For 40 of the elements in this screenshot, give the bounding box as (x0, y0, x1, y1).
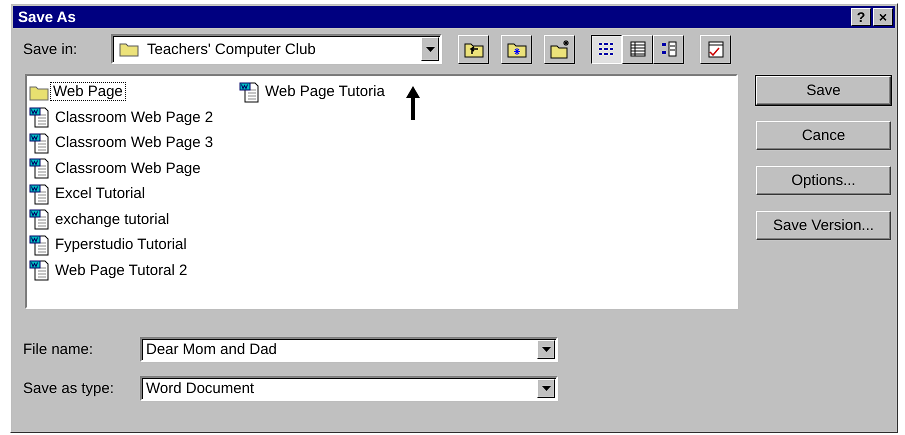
details-view-button[interactable] (622, 34, 653, 64)
close-button[interactable]: × (873, 8, 893, 26)
properties-view-button[interactable] (653, 34, 684, 64)
file-item[interactable]: Excel Tutorial (29, 181, 239, 206)
up-folder-button[interactable] (458, 34, 489, 64)
dialog-button[interactable]: Options... (756, 166, 891, 195)
list-view-button[interactable] (591, 34, 622, 64)
save-as-type-dropdown[interactable]: Word Document (140, 376, 558, 401)
save-as-type-label: Save as type: (23, 380, 115, 397)
file-item[interactable]: exchange tutorial (29, 206, 239, 232)
file-item[interactable]: Fyperstudio Tutorial (29, 232, 239, 258)
favorites-button[interactable] (501, 34, 532, 64)
dialog-button[interactable]: Save (756, 76, 891, 105)
file-item[interactable]: Classroom Web Page 3 (29, 130, 239, 156)
word-document-icon (29, 182, 51, 205)
file-item[interactable]: Classroom Web Page (29, 156, 239, 181)
dialog-button[interactable]: Save Version... (756, 211, 891, 240)
new-folder-icon (548, 39, 570, 59)
file-item[interactable]: Classroom Web Page 2 (29, 104, 239, 130)
commands-button[interactable] (700, 34, 731, 64)
folder-item[interactable]: Web Page (29, 79, 239, 104)
file-item[interactable]: Web Page Tutoral 2 (29, 258, 239, 283)
word-document-icon (29, 157, 51, 180)
word-document-icon (29, 234, 51, 256)
word-document-icon (29, 208, 51, 230)
dialog-button[interactable]: Cance (756, 121, 891, 150)
file-name-label: File name: (23, 341, 94, 358)
new-folder-button[interactable] (544, 34, 575, 64)
folder-icon (119, 41, 139, 57)
file-name-field[interactable]: Dear Mom and Dad (140, 337, 558, 362)
word-document-icon (29, 132, 51, 154)
word-document-icon (29, 259, 51, 282)
save-in-dropdown[interactable]: Teachers' Computer Club (111, 34, 442, 64)
word-document-icon (29, 106, 51, 128)
file-item[interactable]: Web Page Tutoria (239, 79, 449, 104)
word-document-icon (239, 80, 261, 103)
pointer-arrow (405, 86, 421, 120)
save-in-label: Save in: (23, 40, 78, 58)
window-title: Save As (18, 8, 76, 26)
help-button[interactable]: ? (851, 8, 871, 26)
